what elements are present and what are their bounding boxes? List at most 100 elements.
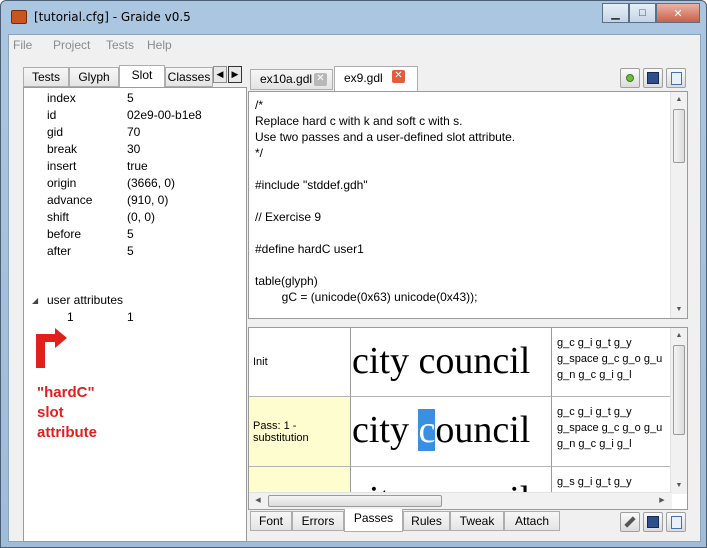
pass-glyphs-before: city <box>352 409 419 451</box>
annotation-line-2: slot <box>37 404 64 421</box>
property-row[interactable]: origin (3666, 0) <box>24 176 246 193</box>
code-editor[interactable]: /* Replace hard c with k and soft c with … <box>248 91 688 319</box>
wrench-icon[interactable] <box>620 512 640 532</box>
tab-classes[interactable]: Classes <box>165 67 213 87</box>
tab-tweak[interactable]: Tweak <box>450 511 504 531</box>
tabs-scroll-right-icon[interactable]: ▶ <box>228 66 242 83</box>
pass-glyph-names: g_c g_i g_t g_y g_space g_c g_o g_u g_n … <box>552 328 672 397</box>
tab-ex10a[interactable]: ex10a.gdl ✕ <box>250 69 333 90</box>
property-value: 02e9-00-b1e8 <box>127 108 202 122</box>
pass-label[interactable]: Pass: 1 - substitution <box>249 397 351 467</box>
tab-errors[interactable]: Errors <box>292 511 344 531</box>
property-value: 30 <box>127 142 141 156</box>
property-row[interactable]: break 30 <box>24 142 246 159</box>
property-name: before <box>47 227 82 241</box>
user-attribute-row[interactable]: 1 1 <box>24 310 246 327</box>
tab-passes[interactable]: Passes <box>344 509 403 532</box>
client-area: File Project Tests Help Tests Glyph Slot… <box>8 34 701 542</box>
property-row[interactable]: id 02e9-00-b1e8 <box>24 108 246 125</box>
property-value: true <box>127 159 148 173</box>
menu-project[interactable]: Project <box>53 38 90 52</box>
property-row[interactable]: before 5 <box>24 227 246 244</box>
scroll-right-icon[interactable]: ▶ <box>654 494 670 508</box>
scroll-up-icon[interactable]: ▲ <box>671 329 687 343</box>
annotation-arrow-head-icon <box>55 328 67 348</box>
app-icon <box>11 10 27 24</box>
property-name: origin <box>47 176 77 190</box>
property-value: 5 <box>127 91 134 105</box>
property-value: (3666, 0) <box>127 176 176 190</box>
save-icon[interactable] <box>643 512 663 532</box>
title-bar: [tutorial.cfg] - Graide v0.5 ▁ □ ✕ <box>1 1 706 33</box>
pass-glyph-string[interactable]: city council <box>351 397 552 467</box>
property-name: insert <box>47 159 77 173</box>
code-line[interactable]: Replace hard c with k and soft c with s. <box>255 114 462 128</box>
property-name: break <box>47 142 78 156</box>
close-button[interactable]: ✕ <box>656 3 700 23</box>
passes-grid: Init city council g_c g_i g_t g_y g_spac… <box>248 327 688 510</box>
code-line[interactable]: // Exercise 9 <box>255 210 321 224</box>
scrollbar-thumb[interactable] <box>673 109 685 163</box>
scroll-left-icon[interactable]: ◀ <box>250 494 266 508</box>
maximize-button[interactable]: □ <box>629 3 656 23</box>
tabs-scroll-left-icon[interactable]: ◀ <box>213 66 227 83</box>
tab-rules[interactable]: Rules <box>403 511 450 531</box>
property-row[interactable]: insert true <box>24 159 246 176</box>
code-line[interactable]: */ <box>255 146 263 160</box>
new-file-icon[interactable] <box>666 512 686 532</box>
collapse-triangle-icon[interactable]: ◢ <box>32 296 38 305</box>
tab-ex9[interactable]: ex9.gdl ✕ <box>334 66 418 91</box>
app-window: [tutorial.cfg] - Graide v0.5 ▁ □ ✕ File … <box>0 0 707 548</box>
property-row[interactable]: advance (910, 0) <box>24 193 246 210</box>
tab-glyph[interactable]: Glyph <box>69 67 119 87</box>
tab-attach[interactable]: Attach <box>504 511 560 531</box>
close-tab-icon[interactable]: ✕ <box>314 73 327 86</box>
pass-glyph-string[interactable]: city council <box>351 328 552 397</box>
tab-font[interactable]: Font <box>250 511 292 531</box>
pass-glyph-names: g_c g_i g_t g_y g_space g_c g_o g_u g_n … <box>552 397 672 467</box>
code-line[interactable]: Use two passes and a user-defined slot a… <box>255 130 515 144</box>
property-name: gid <box>47 125 64 139</box>
user-attributes-label: user attributes <box>47 293 124 307</box>
minimize-button[interactable]: ▁ <box>602 3 629 23</box>
property-name: after <box>47 244 72 258</box>
user-attributes-node[interactable]: ◢ user attributes <box>24 293 246 310</box>
selected-glyph[interactable]: c <box>418 409 436 451</box>
property-value: (0, 0) <box>127 210 156 224</box>
code-line[interactable]: /* <box>255 98 263 112</box>
scroll-down-icon[interactable]: ▼ <box>671 303 687 317</box>
save-icon[interactable] <box>643 68 663 88</box>
menu-tests[interactable]: Tests <box>106 38 134 52</box>
build-icon[interactable] <box>620 68 640 88</box>
tab-ex10a-label: ex10a.gdl <box>260 72 313 86</box>
tab-slot[interactable]: Slot <box>119 65 165 88</box>
scrollbar-thumb[interactable] <box>673 345 685 435</box>
property-row[interactable]: gid 70 <box>24 125 246 142</box>
property-row[interactable]: index 5 <box>24 91 246 108</box>
scroll-up-icon[interactable]: ▲ <box>671 93 687 107</box>
annotation-line-3: attribute <box>37 424 97 441</box>
property-value: 70 <box>127 125 141 139</box>
menu-file[interactable]: File <box>13 38 32 52</box>
pass-glyphs-before: city council <box>352 340 531 382</box>
scrollbar-thumb[interactable] <box>268 495 442 507</box>
menu-help[interactable]: Help <box>147 38 172 52</box>
code-line[interactable]: #include "stddef.gdh" <box>255 178 368 192</box>
editor-scrollbar[interactable]: ▲ ▼ <box>670 92 687 318</box>
tab-tests[interactable]: Tests <box>23 67 69 87</box>
pass-label[interactable]: Init <box>249 328 351 397</box>
property-row[interactable]: after 5 <box>24 244 246 261</box>
property-value: 5 <box>127 227 134 241</box>
user-attribute-name: 1 <box>67 310 74 324</box>
property-value: (910, 0) <box>127 193 169 207</box>
code-line[interactable]: table(glyph) <box>255 274 318 288</box>
close-tab-icon[interactable]: ✕ <box>392 70 405 83</box>
code-line[interactable]: #define hardC user1 <box>255 242 364 256</box>
property-row[interactable]: shift (0, 0) <box>24 210 246 227</box>
open-file-icon[interactable] <box>666 68 686 88</box>
annotation-arrow-shaft <box>36 334 56 342</box>
passes-hscrollbar[interactable]: ◀ ▶ <box>249 492 672 509</box>
code-line[interactable]: gC = (unicode(0x63) unicode(0x43)); <box>255 290 478 304</box>
passes-vscrollbar[interactable]: ▲ ▼ <box>670 328 687 494</box>
scroll-down-icon[interactable]: ▼ <box>671 479 687 493</box>
